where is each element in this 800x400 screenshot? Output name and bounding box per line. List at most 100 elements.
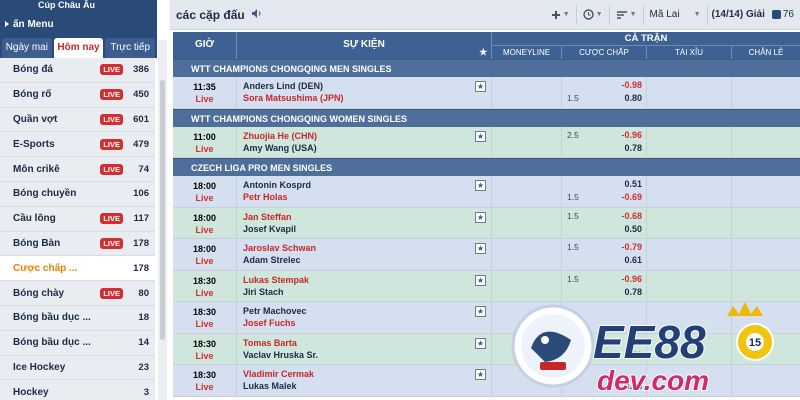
sport-item[interactable]: Bóng rổ LIVE 450	[0, 82, 155, 108]
favorite-star-icon[interactable]: ★	[475, 274, 486, 286]
speaker-icon[interactable]	[251, 8, 263, 22]
handicap-odd-away[interactable]: 0.80	[624, 93, 642, 103]
moneyline-cell[interactable]	[492, 239, 562, 270]
sport-name: Bóng đá	[13, 64, 53, 76]
handicap-line: 1.5	[567, 210, 579, 221]
col-over-under: TÀI XỈU	[647, 46, 732, 59]
sport-item[interactable]: Cược chấp ... 178	[0, 256, 155, 282]
match-time: 18:00 Live	[173, 239, 237, 270]
handicap-line: 2.5	[567, 129, 579, 140]
sport-item[interactable]: Ice Hockey 23	[0, 355, 155, 381]
favorite-star-icon[interactable]: ★	[475, 81, 486, 92]
date-tabs: Ngày mai Hôm nay Trực tiếp	[0, 36, 157, 58]
handicap-odd-away[interactable]: -0.69	[621, 192, 642, 202]
handicap-odd-home[interactable]: -0.98	[621, 80, 642, 90]
sport-item[interactable]: Môn crikê LIVE 74	[0, 157, 155, 182]
moneyline-cell[interactable]	[492, 207, 562, 238]
favorite-star-icon[interactable]: ★	[475, 243, 486, 254]
sport-item[interactable]: Bóng bầu dục ... 18	[0, 305, 155, 331]
over-under-cell[interactable]	[647, 207, 732, 238]
match-row: 18:00 Live Jaroslav Schwan Adam Strelec ★ 1.5…	[173, 239, 800, 271]
match-teams[interactable]: Tomas Barta Vaclav Hruska Sr. ★	[237, 333, 492, 364]
over-under-cell[interactable]	[647, 126, 732, 157]
over-under-cell[interactable]	[647, 176, 732, 207]
sport-name: Bóng bầu dục ...	[13, 337, 91, 349]
match-teams[interactable]: Anders Lind (DEN) Sora Matsushima (JPN) ★	[237, 77, 492, 108]
favorite-star-icon[interactable]: ★	[475, 337, 486, 349]
match-teams[interactable]: Jaroslav Schwan Adam Strelec ★	[237, 239, 492, 270]
odd-even-cell[interactable]	[732, 176, 800, 207]
league-page-count[interactable]: (14/14) Giải	[708, 9, 769, 20]
odd-even-cell[interactable]	[732, 126, 800, 157]
handicap-odd-home[interactable]: -0.68	[621, 211, 642, 221]
league-header[interactable]: WTT CHAMPIONS CHONGQING WOMEN SINGLES	[173, 108, 800, 127]
match-row: 11:35 Live Anders Lind (DEN) Sora Matsushim…	[173, 77, 800, 109]
odd-even-cell[interactable]	[732, 239, 800, 270]
favorite-star-icon[interactable]: ★	[475, 369, 486, 380]
away-team: Josef Fuchs	[243, 318, 296, 328]
live-label: Live	[195, 319, 214, 329]
tab-live[interactable]: Trực tiếp	[105, 38, 156, 58]
handicap-odd-away[interactable]: 0.78	[624, 287, 642, 297]
over-under-cell[interactable]	[647, 77, 732, 108]
sport-item[interactable]: Cầu lông LIVE 117	[0, 206, 155, 232]
match-teams[interactable]: Zhuojia He (CHN) Amy Wang (USA) ★	[237, 126, 492, 157]
live-badge: LIVE	[100, 237, 123, 249]
sport-item[interactable]: E-Sports LIVE 479	[0, 132, 155, 158]
match-teams[interactable]: Jan Steffan Josef Kvapil ★	[237, 207, 492, 238]
favorite-star-icon[interactable]: ★	[475, 180, 486, 191]
sport-item[interactable]: Bóng đá LIVE 386	[0, 58, 155, 83]
add-button[interactable]: ▼	[545, 4, 577, 25]
match-teams[interactable]: Vladimir Cermak Lukas Malek ★	[237, 365, 492, 396]
tab-today[interactable]: Hôm nay	[53, 38, 104, 58]
favorite-star-icon[interactable]: ★	[475, 211, 486, 223]
menu-header[interactable]: ấn Menu	[0, 14, 157, 36]
handicap-cell: 1.5 -0.96 0.78	[562, 270, 647, 301]
tab-tomorrow[interactable]: Ngày mai	[2, 38, 52, 58]
odd-even-cell[interactable]	[732, 207, 800, 238]
sport-item[interactable]: Bóng chày LIVE 80	[0, 281, 155, 306]
handicap-odd-away[interactable]: 0.78	[624, 143, 642, 153]
handicap-odd-home[interactable]: -0.96	[621, 274, 642, 284]
odd-even-cell[interactable]	[732, 270, 800, 301]
moneyline-cell[interactable]	[492, 77, 562, 108]
sidebar-scrollbar[interactable]	[160, 80, 165, 340]
handicap-cell: 1.5 -0.79 0.61	[562, 239, 647, 270]
moneyline-cell[interactable]	[492, 270, 562, 301]
sport-item[interactable]: Bóng Bàn LIVE 178	[0, 231, 155, 257]
cup-banner[interactable]: Cúp Châu Âu	[0, 0, 157, 14]
handicap-odd-home[interactable]: -0.79	[621, 242, 642, 252]
sport-item[interactable]: Quần vợt LIVE 601	[0, 107, 155, 133]
sport-count: 14	[138, 337, 149, 349]
over-under-cell[interactable]	[647, 239, 732, 270]
odds-type-select[interactable]: Mã Lai ▼	[644, 4, 708, 25]
bet-slip-badge[interactable]: 76	[769, 9, 794, 20]
moneyline-cell[interactable]	[492, 126, 562, 157]
match-teams[interactable]: Antonin Kosprd Petr Holas ★	[237, 176, 492, 207]
sport-count: 601	[133, 113, 149, 125]
sport-item[interactable]: Hockey 3	[0, 380, 155, 400]
sport-item[interactable]: Bóng bầu dục ... 14	[0, 330, 155, 356]
favorite-star-icon[interactable]: ★	[475, 306, 486, 317]
handicap-odd-home[interactable]: 0.51	[624, 179, 642, 189]
moneyline-cell[interactable]	[492, 176, 562, 207]
away-team: Jiri Stach	[243, 286, 284, 297]
sport-count: 3	[143, 386, 149, 398]
league-header[interactable]: CZECH LIGA PRO MEN SINGLES	[173, 158, 800, 176]
plus-icon	[551, 10, 560, 19]
handicap-odd-away[interactable]: 0.61	[624, 255, 642, 265]
clock-button[interactable]: ▼	[577, 4, 610, 25]
home-team: Vladimir Cermak	[243, 369, 315, 379]
sort-button[interactable]: ▼	[610, 4, 644, 25]
match-teams[interactable]: Lukas Stempak Jiri Stach ★	[237, 270, 492, 301]
match-teams[interactable]: Petr Machovec Josef Fuchs ★	[237, 302, 492, 333]
sport-name: Hockey	[13, 386, 49, 398]
odd-even-cell[interactable]	[732, 77, 800, 108]
match-time: 11:00 Live	[173, 126, 237, 157]
over-under-cell[interactable]	[647, 270, 732, 301]
handicap-odd-away[interactable]: 0.50	[624, 224, 642, 234]
favorite-star-icon[interactable]: ★	[475, 130, 486, 142]
sport-item[interactable]: Bóng chuyền 106	[0, 181, 155, 207]
pin-icon[interactable]: ✯	[479, 39, 487, 65]
handicap-odd-home[interactable]: -0.96	[621, 130, 642, 140]
